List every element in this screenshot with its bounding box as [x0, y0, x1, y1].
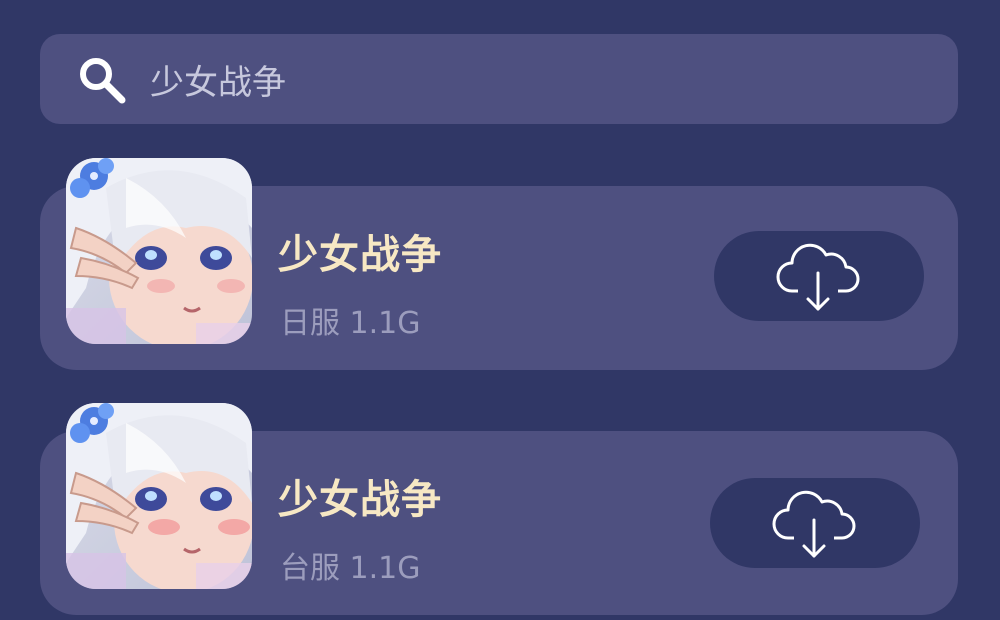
anime-girl-app-icon[interactable]: [66, 158, 252, 344]
download-button[interactable]: [714, 231, 924, 321]
search-icon[interactable]: [76, 54, 126, 104]
app-title: 少女战争: [278, 232, 442, 278]
search-input[interactable]: [150, 34, 930, 124]
app-meta: 台服 1.1G: [280, 551, 421, 586]
app-title: 少女战争: [278, 477, 442, 523]
app-meta: 日服 1.1G: [280, 306, 421, 341]
cloud-download-icon: [772, 490, 856, 558]
download-button[interactable]: [710, 478, 920, 568]
cloud-download-icon: [776, 243, 860, 311]
anime-girl-app-icon[interactable]: [66, 403, 252, 589]
